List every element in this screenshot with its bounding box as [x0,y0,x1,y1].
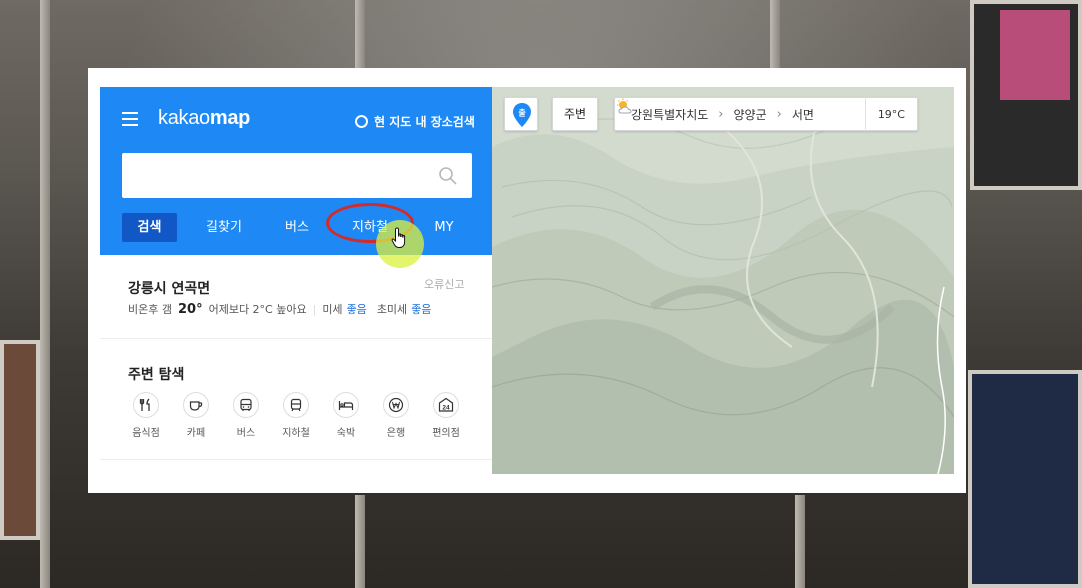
category-subway[interactable]: 지하철 [274,392,318,439]
logo-bold: map [209,107,251,129]
region-breadcrumb: 강원특별자치도 › 양양군 › 서면 19°C [614,97,918,131]
area-search-label: 현 지도 내 장소검색 [374,115,475,129]
handrail-pole [355,495,365,588]
subway-ad-graphic [1000,10,1070,100]
restaurant-icon [139,398,150,411]
current-location-button[interactable]: 출 [504,97,538,131]
category-convenience-store[interactable]: 24 편의점 [424,392,468,439]
search-box [122,153,472,198]
handrail-pole [40,0,50,588]
weather-summary: 비온후 갬 20° 어제보다 2°C 높아요 | 미세 좋음 초미세 좋음 [128,301,431,317]
terrain-map [492,87,954,474]
partly-cloudy-icon [617,98,632,114]
category-row: 음식점 카페 버스 지하철 숙박 은행 24 편의점 [128,392,468,452]
breadcrumb-province[interactable]: 강원특별자치도 [631,106,708,123]
category-restaurant[interactable]: 음식점 [124,392,168,439]
temperature: 20° [177,302,203,317]
map-weather[interactable]: 19°C [617,97,917,131]
handrail-pole [770,0,780,70]
category-bank[interactable]: 은행 [374,392,418,439]
pin-label: 출 [518,108,526,118]
map-weather-temp: 19°C [877,107,905,121]
weather-section: 강릉시 연곡면 오류신고 비온후 갬 20° 어제보다 2°C 높아요 | 미세… [100,255,492,339]
handrail-pole [795,495,805,588]
category-label: 음식점 [132,428,160,439]
weather-condition: 비온후 갬 [128,303,172,316]
cafe-icon [189,401,203,411]
divider: | [312,303,317,316]
ultrafine-dust-value: 좋음 [411,303,432,316]
search-input[interactable] [134,153,434,198]
side-panel: kakaomap 현 지도 내 장소검색 검색 길찾기 버스 지하철 MY 강릉… [100,87,492,474]
logo-light: kakao [158,107,210,129]
tab-directions[interactable]: 길찾기 [196,213,252,242]
nearby-section: 주변 탐색 음식점 카페 버스 지하철 숙박 은행 24 편의점 [100,339,492,460]
tab-my[interactable]: MY [422,213,466,242]
nearby-button[interactable]: 주변 [552,97,598,131]
fine-dust-label: 미세 [322,303,343,316]
category-lodging[interactable]: 숙박 [324,392,368,439]
chevron-right-icon: › [718,106,724,122]
kakaomap-app: kakaomap 현 지도 내 장소검색 검색 길찾기 버스 지하철 MY 강릉… [100,87,954,474]
tab-bar: 검색 길찾기 버스 지하철 MY [122,213,472,243]
region-name: 강릉시 연곡면 [128,281,211,297]
panel-header: kakaomap 현 지도 내 장소검색 검색 길찾기 버스 지하철 MY [100,87,492,255]
kakaomap-logo[interactable]: kakaomap [158,107,250,130]
category-label: 편의점 [432,428,460,439]
breadcrumb-county[interactable]: 양양군 [733,106,766,123]
bank-icon [388,397,404,413]
subway-ad-left [0,340,40,540]
tab-search[interactable]: 검색 [122,213,177,242]
convenience-store-icon: 24 [438,397,454,412]
category-label: 숙박 [336,428,356,439]
hamburger-menu-icon[interactable] [122,112,138,126]
location-pin-icon: 출 [513,103,531,127]
nearby-title: 주변 탐색 [128,367,185,383]
tab-subway[interactable]: 지하철 [344,213,396,242]
subway-icon [290,398,302,412]
svg-text:24: 24 [442,404,450,411]
area-search-toggle[interactable]: 현 지도 내 장소검색 [355,113,475,130]
category-bus[interactable]: 버스 [224,392,268,439]
map-canvas[interactable]: 출 주변 강원특별자치도 › 양양군 › 서면 19°C [492,87,954,474]
category-label: 버스 [236,428,256,439]
bus-icon [240,398,252,411]
category-label: 지하철 [282,428,310,439]
breadcrumb-district[interactable]: 서면 [792,106,814,123]
ultrafine-dust-label: 초미세 [376,303,408,316]
oscar-ad [968,370,1082,588]
category-label: 카페 [186,428,206,439]
tab-bus[interactable]: 버스 [272,213,322,242]
error-report-link[interactable]: 오류신고 [424,276,464,292]
radio-icon [355,115,368,128]
chevron-right-icon: › [776,106,782,122]
temperature-compare: 어제보다 2°C 높아요 [208,303,307,316]
lodging-icon [338,401,354,410]
category-label: 은행 [386,428,406,439]
search-icon[interactable] [438,166,458,186]
fine-dust-value: 좋음 [346,303,367,316]
category-cafe[interactable]: 카페 [174,392,218,439]
handrail-pole [355,0,365,70]
